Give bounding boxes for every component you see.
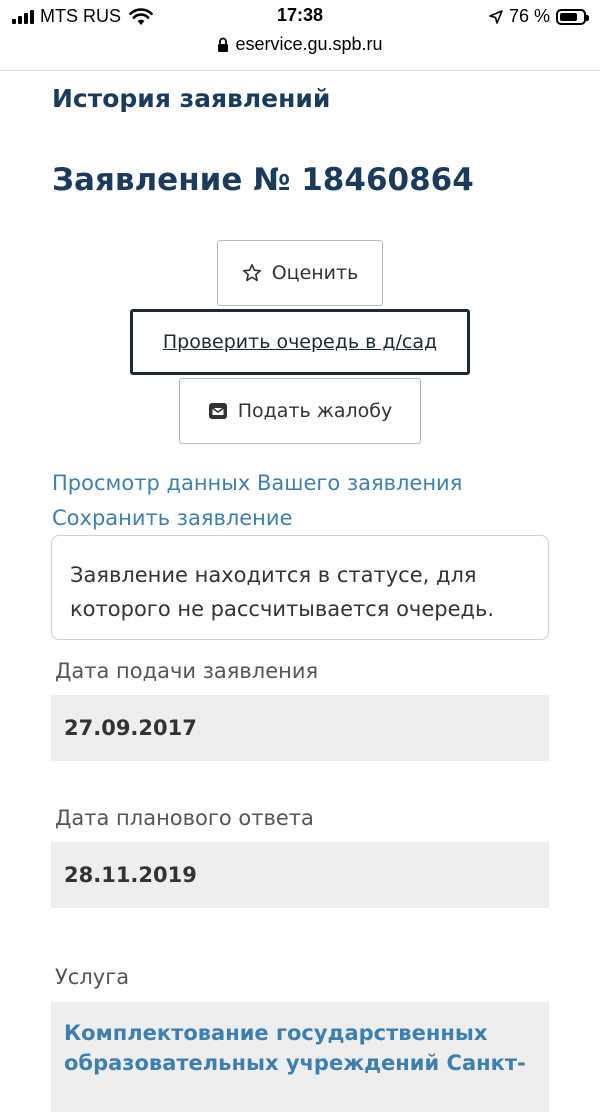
envelope-icon: [208, 402, 228, 420]
submit-date-label: Дата подачи заявления: [55, 659, 319, 683]
address-bar[interactable]: eservice.gu.spb.ru: [0, 34, 600, 71]
check-queue-button[interactable]: Проверить очередь в д/сад: [130, 309, 470, 375]
check-queue-button-label: Проверить очередь в д/сад: [162, 331, 438, 353]
planned-answer-date-label: Дата планового ответа: [55, 806, 314, 830]
rate-button-label: Оценить: [271, 262, 359, 284]
page-heading: История заявлений: [52, 84, 331, 113]
status-bar-right: 76 %: [489, 6, 589, 27]
complaint-button[interactable]: Подать жалобу: [179, 378, 421, 444]
star-icon: [242, 263, 262, 283]
battery-icon: [556, 8, 589, 25]
view-application-data-link[interactable]: Просмотр данных Вашего заявления: [52, 471, 462, 495]
service-value-link[interactable]: Комплектование государственных образоват…: [51, 1002, 549, 1112]
status-bar: MTS RUS 17:38 76 %: [0, 0, 600, 34]
url-text: eservice.gu.spb.ru: [235, 34, 383, 54]
rate-button[interactable]: Оценить: [217, 240, 383, 306]
battery-fill: [560, 12, 577, 21]
location-arrow-icon: [489, 9, 503, 24]
planned-answer-date-value: 28.11.2019: [51, 842, 549, 908]
application-title: Заявление № 18460864: [52, 162, 474, 198]
save-application-link[interactable]: Сохранить заявление: [52, 506, 293, 530]
status-message: Заявление находится в статусе, для котор…: [51, 535, 549, 640]
service-label: Услуга: [55, 965, 130, 989]
lock-icon: [218, 37, 229, 52]
complaint-button-label: Подать жалобу: [237, 400, 393, 422]
battery-percent: 76 %: [508, 6, 550, 26]
submit-date-value: 27.09.2017: [51, 695, 549, 761]
